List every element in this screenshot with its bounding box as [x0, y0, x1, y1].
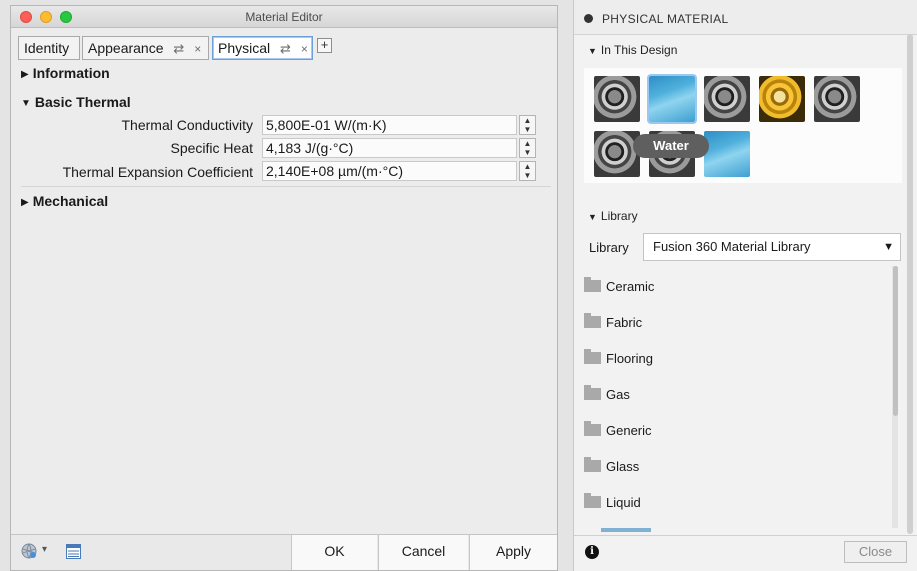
material-swatch[interactable]	[704, 76, 750, 122]
tab-bar: Identity Appearance ⇄ × Physical ⇄ ×	[11, 28, 557, 64]
section-title: In This Design	[600, 43, 678, 57]
section-title: Mechanical	[32, 193, 109, 209]
library-select-value: Fusion 360 Material Library	[653, 239, 811, 254]
thermal-expansion-label: Thermal Expansion Coefficient	[62, 164, 253, 180]
info-icon[interactable]: i	[585, 545, 599, 559]
folder-label: Flooring	[606, 351, 653, 366]
folder-item-ceramic[interactable]: Ceramic	[584, 277, 655, 294]
thermal-expansion-field[interactable]: 2,140E+08 µm/(m·°C)	[262, 161, 517, 181]
material-swatch[interactable]	[759, 76, 805, 122]
apply-button[interactable]: Apply	[469, 535, 557, 570]
physical-material-panel: PHYSICAL MATERIAL ▼ In This Design ▼ Libra…	[573, 0, 917, 571]
tab-physical[interactable]: Physical ⇄ ×	[212, 36, 313, 60]
folder-label: Gas	[606, 387, 630, 402]
material-tooltip: Water	[633, 134, 709, 158]
tab-label: Appearance	[88, 40, 164, 56]
folder-label: Liquid	[606, 495, 641, 510]
section-information[interactable]: ▶ Information	[21, 65, 110, 81]
ok-button[interactable]: OK	[291, 535, 377, 570]
section-divider	[21, 186, 551, 187]
collapse-icon: ▼	[588, 46, 597, 56]
tab-appearance[interactable]: Appearance ⇄ ×	[82, 36, 209, 60]
folder-icon	[584, 277, 601, 292]
section-basic-thermal[interactable]: ▼ Basic Thermal	[21, 94, 131, 110]
panel-title: PHYSICAL MATERIAL	[602, 12, 729, 26]
folder-icon	[584, 421, 601, 436]
globe-icon[interactable]	[21, 543, 37, 559]
section-in-this-design[interactable]: ▼ In This Design	[588, 43, 677, 57]
folder-item-glass[interactable]: Glass	[584, 457, 640, 474]
swap-icon[interactable]: ⇄	[280, 41, 291, 56]
tab-identity[interactable]: Identity	[18, 36, 80, 60]
panel-collapse-icon[interactable]	[584, 14, 593, 23]
specific-heat-stepper[interactable]: ▲ ▼	[519, 138, 536, 158]
list-view-icon[interactable]	[66, 544, 81, 559]
section-library[interactable]: ▼ Library	[588, 209, 638, 223]
panel-scrollbar[interactable]	[907, 34, 913, 534]
titlebar: Material Editor	[11, 6, 557, 28]
section-mechanical[interactable]: ▶ Mechanical	[21, 193, 108, 209]
material-swatch[interactable]	[594, 131, 640, 177]
collapse-icon: ▼	[588, 212, 597, 222]
folder-label: Generic	[606, 423, 652, 438]
close-tab-icon[interactable]: ×	[301, 42, 308, 56]
library-label: Library	[589, 240, 629, 255]
folder-icon	[584, 493, 601, 508]
chevron-down-icon[interactable]: ▾	[42, 544, 47, 555]
panel-bottom-bar: i Close	[574, 535, 917, 571]
folder-label: Fabric	[606, 315, 643, 330]
library-select[interactable]: Fusion 360 Material Library ▼	[643, 233, 901, 261]
section-title: Basic Thermal	[34, 94, 131, 110]
folder-icon	[584, 313, 601, 328]
editor-bottom-bar: ▾ OK Cancel Apply	[11, 534, 557, 570]
material-swatch-peek[interactable]	[601, 528, 651, 532]
specific-heat-label: Specific Heat	[170, 140, 253, 156]
dropdown-arrow-icon[interactable]: ▼	[883, 234, 894, 260]
folder-item-liquid[interactable]: Liquid	[584, 493, 641, 510]
library-scrollbar-thumb[interactable]	[893, 266, 898, 416]
library-folder-list: Ceramic Fabric Flooring Gas Generic Glas…	[574, 266, 894, 528]
folder-label: Ceramic	[606, 279, 655, 294]
material-swatch[interactable]	[594, 76, 640, 122]
thermal-conductivity-stepper[interactable]: ▲ ▼	[519, 115, 536, 135]
folder-item-flooring[interactable]: Flooring	[584, 349, 653, 366]
folder-item-generic[interactable]: Generic	[584, 421, 652, 438]
material-swatch[interactable]	[814, 76, 860, 122]
section-title: Library	[600, 209, 638, 223]
expand-icon: ▶	[21, 197, 29, 208]
thermal-conductivity-label: Thermal Conductivity	[121, 117, 254, 133]
material-swatch[interactable]	[647, 74, 697, 124]
design-materials-grid	[584, 68, 902, 183]
thermal-conductivity-field[interactable]: 5,800E-01 W/(m·K)	[262, 115, 517, 135]
tab-label: Identity	[24, 40, 70, 56]
folder-icon	[584, 349, 601, 364]
folder-item-gas[interactable]: Gas	[584, 385, 630, 402]
window-title: Material Editor	[245, 10, 323, 24]
thermal-expansion-stepper[interactable]: ▲ ▼	[519, 161, 536, 181]
folder-label: Glass	[606, 459, 640, 474]
close-tab-icon[interactable]: ×	[194, 42, 201, 56]
swap-icon[interactable]: ⇄	[173, 41, 184, 56]
section-title: Information	[32, 65, 110, 81]
tab-label: Physical	[218, 40, 271, 56]
add-tab-button[interactable]: +	[317, 38, 332, 53]
panel-header: PHYSICAL MATERIAL	[574, 0, 917, 35]
cancel-button[interactable]: Cancel	[378, 535, 468, 570]
material-editor-window: Material Editor Identity Appearance ⇄ × …	[10, 5, 558, 571]
specific-heat-field[interactable]: 4,183 J/(g·°C)	[262, 138, 517, 158]
material-swatch[interactable]	[704, 131, 750, 177]
collapse-icon: ▼	[21, 98, 31, 109]
folder-icon	[584, 385, 601, 400]
folder-icon	[584, 457, 601, 472]
folder-item-fabric[interactable]: Fabric	[584, 313, 643, 330]
expand-icon: ▶	[21, 69, 29, 80]
close-button[interactable]: Close	[844, 541, 907, 563]
